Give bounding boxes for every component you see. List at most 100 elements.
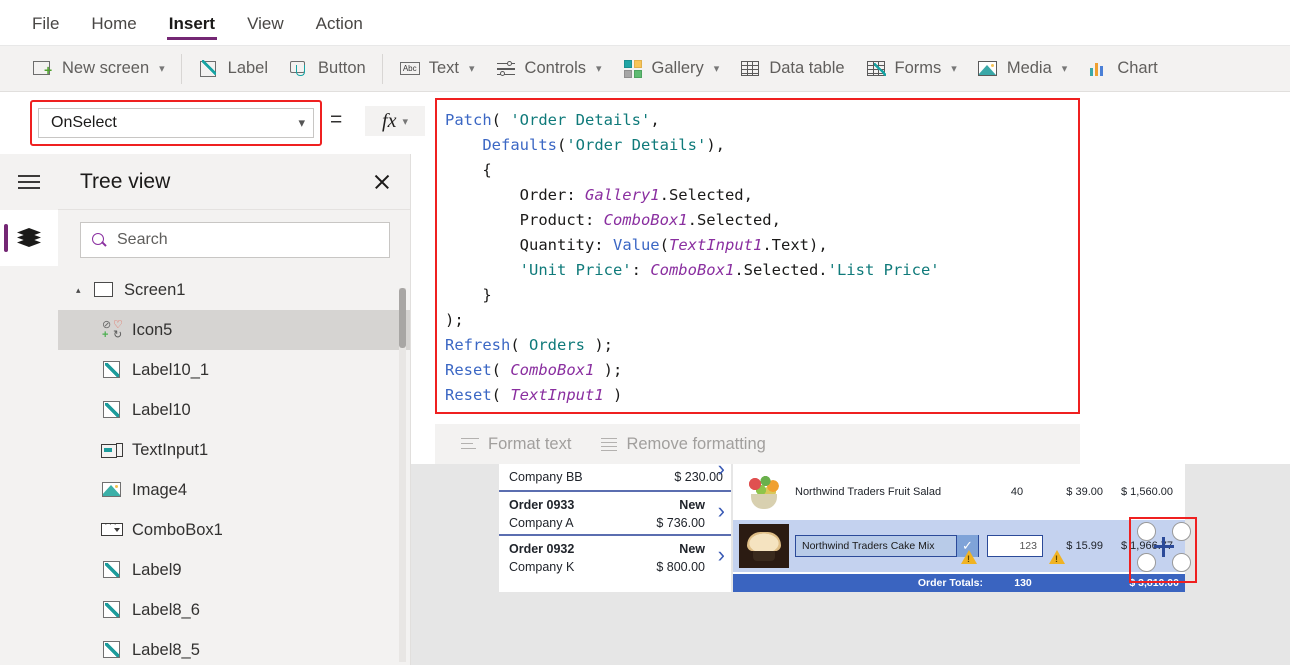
label-icon [100,559,126,581]
property-selector[interactable]: OnSelect ▾ [38,108,314,138]
close-icon[interactable] [368,168,396,196]
menu-item-view[interactable]: View [245,5,286,40]
formula-token: } [445,286,492,304]
list-item[interactable]: Order 0933 New Company A $ 736.00 › [499,490,731,534]
tree-item-label: TextInput1 [132,440,209,459]
formula-line: ); [445,308,1078,333]
menu-item-action[interactable]: Action [314,5,365,40]
tree-item-label: Icon5 [132,320,173,339]
chevron-right-icon: › [717,498,725,523]
tree-item-textinput1[interactable]: TextInput1 [58,430,410,470]
menu-item-file[interactable]: File [30,5,61,40]
formula-token: .Selected. [734,261,828,279]
order-amount: $ 230.00 [674,470,723,484]
gallery-icon [622,59,644,79]
menu-item-home[interactable]: Home [89,5,138,40]
ribbon-forms-button[interactable]: Forms ▾ [855,53,967,85]
tree-item-label10_1[interactable]: Label10_1 [58,350,410,390]
chevron-down-icon: ▾ [713,63,720,75]
expand-caret-icon[interactable]: ▴ [76,285,90,296]
forms-icon [865,59,887,79]
remove-formatting-label: Remove formatting [626,434,766,453]
search-input[interactable]: Search [80,222,390,258]
tree-view-title: Tree view [80,169,171,193]
data-table-icon [739,59,761,79]
formula-token: Gallery1 [584,186,660,204]
formula-token: .Selected, [687,211,781,229]
tree-item-combobox1[interactable]: ComboBox1 [58,510,410,550]
formula-token: ( [659,236,669,254]
icon5-icon: ⊘ ♡ + ↻ [102,319,123,341]
warning-icon [961,550,977,564]
tree-item-screen1[interactable]: ▴ Screen1 [58,270,410,310]
formula-format-bar: Format text Remove formatting [435,424,1080,464]
quantity-input[interactable]: 123 [987,535,1043,557]
menu-item-insert[interactable]: Insert [166,5,218,40]
formula-token: ) [603,386,623,404]
ribbon-new-screen-button[interactable]: New screen ▾ [22,53,175,85]
tree-item-label10[interactable]: Label10 [58,390,410,430]
table-row-selected[interactable]: Northwind Traders Cake Mix ✓ 123 $ 15.99… [733,520,1185,572]
formula-token: 'List Price' [827,261,940,279]
formula-line: Patch( 'Order Details', [445,108,1078,133]
label-icon [100,599,126,621]
ribbon-gallery-button[interactable]: Gallery ▾ [612,53,730,85]
tree-item-label8_5[interactable]: Label8_5 [58,630,410,662]
product-quantity: 40 [1010,486,1024,498]
table-row[interactable]: Northwind Traders Fruit Salad 40 $ 39.00… [733,464,1185,520]
formula-token: ); [585,336,613,354]
ribbon-media-button[interactable]: Media ▾ [967,53,1077,85]
chevron-down-icon: ▾ [298,115,305,130]
list-item[interactable]: Company BB $ 230.00 › [499,464,731,490]
tree-item-label9[interactable]: Label9 [58,550,410,590]
tree-item-image4[interactable]: Image4 [58,470,410,510]
formula-token: ( [556,136,567,154]
ribbon-divider [381,53,383,84]
format-text-icon [461,437,479,451]
product-combobox[interactable]: Northwind Traders Cake Mix ✓ [795,535,979,557]
text-abc-icon: Abc [399,59,421,79]
ribbon-chart-button[interactable]: Chart [1077,53,1167,85]
image-icon [100,479,126,501]
ribbon-controls-button[interactable]: Controls ▾ [485,53,612,85]
chevron-down-icon: ▾ [1061,63,1068,75]
tree-item-icon5[interactable]: ⊘ ♡ + ↻ Icon5 [58,310,410,350]
resize-handle-bottom-right[interactable] [1172,553,1191,572]
formula-token: , [650,111,660,129]
order-totals-bar: Order Totals: 130 $ 3,810.00 [733,574,1185,592]
ribbon-data-table-button[interactable]: Data table [729,53,854,85]
main-menu-bar: File Home Insert View Action [0,0,1290,46]
formula-line: } [445,283,1078,308]
formula-token: Quantity: [445,236,613,254]
formula-token: Product: [445,211,604,229]
order-amount: $ 800.00 [656,560,705,574]
tree-view-rail-button[interactable] [0,210,58,266]
label-icon [100,359,126,381]
product-unit-price: $ 39.00 [1066,486,1103,498]
order-details-gallery-preview: Northwind Traders Fruit Salad 40 $ 39.00… [733,464,1185,592]
tree-item-label8_6[interactable]: Label8_6 [58,590,410,630]
tree-scrollbar[interactable] [399,288,406,662]
formula-token: ( [491,111,511,129]
ribbon-text-button[interactable]: Abc Text ▾ [389,53,485,85]
hamburger-menu-button[interactable] [0,154,58,210]
product-thumbnail-icon [739,524,789,568]
formula-token: ); [594,361,623,379]
order-status: New [679,498,705,512]
format-text-button[interactable]: Format text [461,435,571,454]
remove-formatting-button[interactable]: Remove formatting [601,434,766,454]
tree-scrollbar-thumb[interactable] [399,288,406,348]
chevron-right-icon: › [717,542,725,567]
formula-token: Orders [529,336,585,354]
resize-handle-top-right[interactable] [1172,522,1191,541]
fx-button[interactable]: fx ▾ [365,106,425,136]
list-item[interactable]: Order 0932 New Company K $ 800.00 › [499,534,731,578]
formula-editor[interactable]: Patch( 'Order Details', Defaults('Order … [437,100,1078,408]
ribbon-label-button[interactable]: Label [188,53,278,85]
ribbon-button-button[interactable]: Button [278,53,376,85]
layers-icon [17,228,41,248]
order-company: Company A [509,516,574,530]
chevron-down-icon: ▾ [469,63,475,75]
formula-token: : [631,261,651,279]
move-cross-icon[interactable] [1154,537,1174,557]
